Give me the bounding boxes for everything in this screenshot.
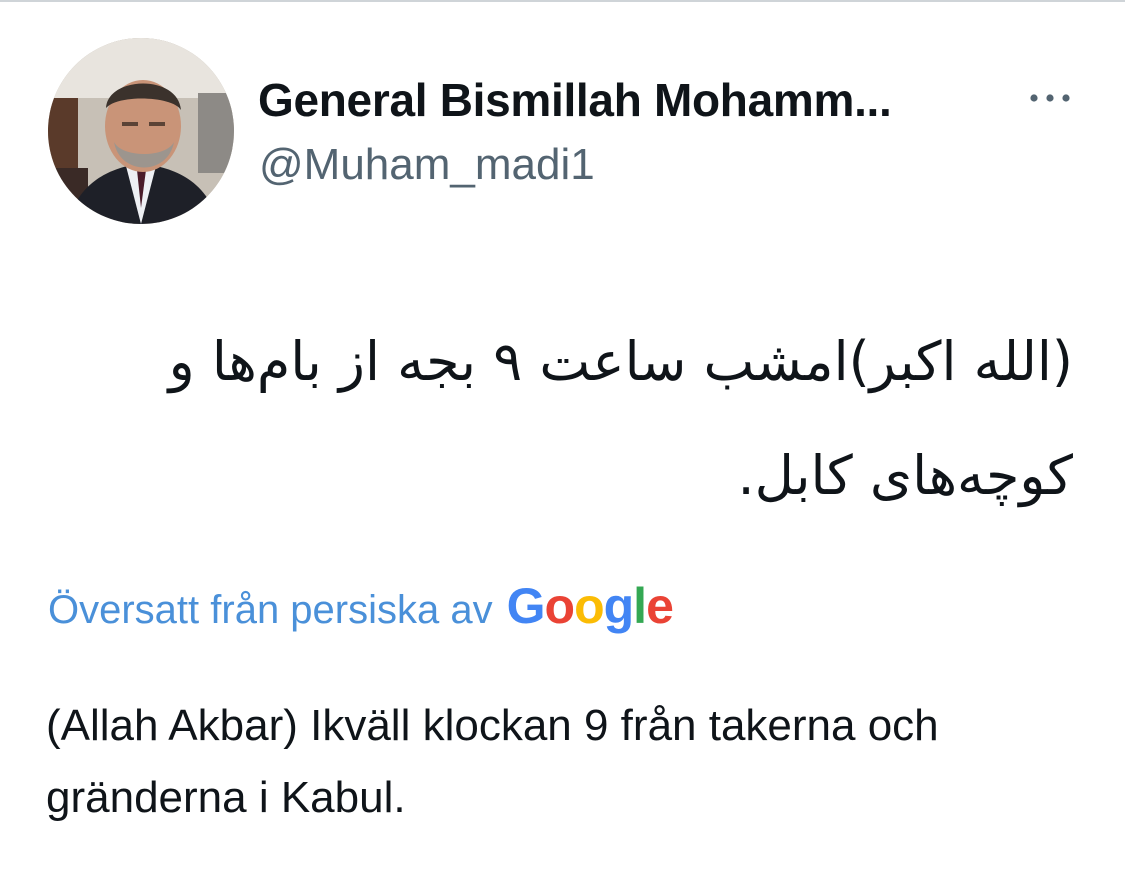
google-logo-letter: g [603, 578, 635, 634]
more-options-button[interactable] [1026, 82, 1074, 114]
google-logo-letter: o [574, 578, 605, 634]
avatar-photo [48, 38, 234, 224]
ellipsis-horizontal-icon [1030, 94, 1070, 102]
google-logo-letter: e [646, 578, 674, 634]
author-display-name[interactable]: General Bismillah Mohamm... [258, 72, 998, 128]
author-handle[interactable]: @Muham_madi1 [259, 138, 595, 192]
google-logo: Google [506, 578, 674, 634]
google-logo-letter: l [633, 578, 647, 634]
author-avatar[interactable] [48, 38, 234, 224]
google-logo-letter: o [544, 578, 576, 634]
tweet-text-translated: (Allah Akbar) Ikväll klockan 9 från take… [46, 701, 939, 822]
top-divider [0, 0, 1125, 2]
tweet-text-original: (الله اکبر)امشب ساعت ۹ بجه از بام‌ها و ک… [168, 330, 1073, 507]
translation-note-label: Översatt från persiska av [48, 588, 493, 632]
translation-attribution[interactable]: Översatt från persiska av Google [48, 578, 674, 638]
google-logo-letter: G [506, 578, 546, 634]
